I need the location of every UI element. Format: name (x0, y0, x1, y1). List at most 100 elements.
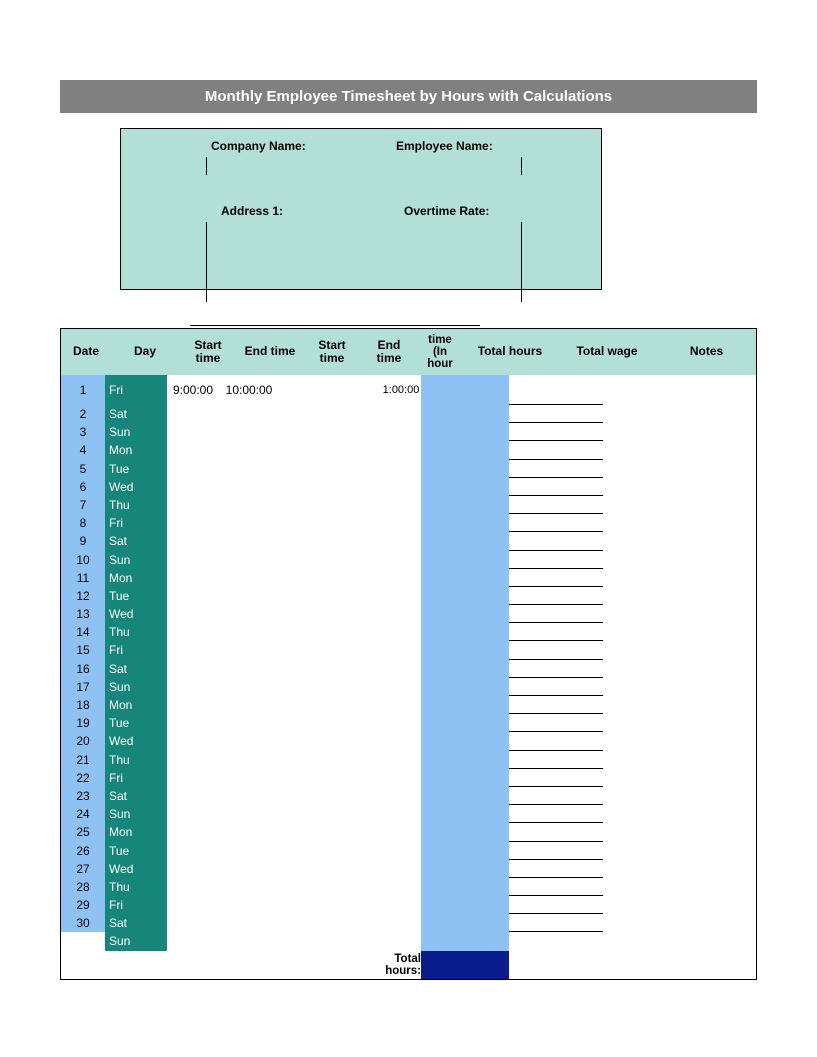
cell-total-wage (509, 605, 603, 623)
cell-end2 (331, 514, 381, 532)
table-row: 8Fri (61, 514, 756, 532)
cell-total-hours (421, 423, 509, 441)
cell-start1 (167, 478, 219, 496)
cell-day: Sat (105, 405, 167, 423)
cell-end1 (219, 823, 279, 841)
table-body: 1Fri9:00:0010:00:001:00:002Sat3Sun4Mon5T… (61, 375, 756, 951)
cell-notes (603, 623, 756, 641)
cell-start2 (279, 751, 331, 769)
cell-end2 (331, 696, 381, 714)
col-end2: End time (361, 329, 417, 375)
cell-date: 13 (61, 605, 105, 623)
cell-end2 (331, 842, 381, 860)
cell-date: 16 (61, 660, 105, 678)
cell-end1 (219, 805, 279, 823)
cell-start1 (167, 751, 219, 769)
cell-timein (381, 405, 421, 423)
cell-day: Fri (105, 641, 167, 659)
table-row: 7Thu (61, 496, 756, 514)
cell-start1 (167, 496, 219, 514)
cell-total-wage (509, 587, 603, 605)
cell-timein (381, 478, 421, 496)
cell-timein (381, 896, 421, 914)
cell-start2 (279, 460, 331, 478)
table-row: 9Sat (61, 532, 756, 550)
cell-start1 (167, 769, 219, 787)
cell-day: Wed (105, 478, 167, 496)
cell-total-hours (421, 569, 509, 587)
info-box: Company Name: Employee Name: Address 1: … (120, 128, 602, 290)
cell-end1 (219, 914, 279, 932)
cell-start2 (279, 842, 331, 860)
cell-notes (603, 932, 756, 950)
cell-end2 (331, 751, 381, 769)
cell-end1 (219, 514, 279, 532)
cell-total-wage (509, 532, 603, 550)
table-row: 26Tue (61, 842, 756, 860)
cell-start2 (279, 805, 331, 823)
cell-start1 (167, 805, 219, 823)
cell-notes (603, 842, 756, 860)
cell-start1 (167, 842, 219, 860)
cell-end2 (331, 805, 381, 823)
cell-day: Mon (105, 569, 167, 587)
cell-end2 (331, 587, 381, 605)
cell-total-hours (421, 460, 509, 478)
cell-end1 (219, 842, 279, 860)
cell-date (61, 932, 105, 950)
cell-date: 6 (61, 478, 105, 496)
employee-name-label: Employee Name: (396, 139, 493, 153)
cell-timein (381, 587, 421, 605)
cell-day: Mon (105, 696, 167, 714)
cell-notes (603, 914, 756, 932)
cell-start1 (167, 623, 219, 641)
cell-end1 (219, 551, 279, 569)
cell-end1 (219, 660, 279, 678)
cell-end1 (219, 460, 279, 478)
cell-day: Thu (105, 878, 167, 896)
cell-total-hours (421, 732, 509, 750)
cell-start1 (167, 823, 219, 841)
cell-end2 (331, 787, 381, 805)
cell-end2 (331, 551, 381, 569)
cell-notes (603, 478, 756, 496)
col-start2: Start time (303, 329, 361, 375)
cell-total-hours (421, 751, 509, 769)
total-hours-label: Total hours: (381, 951, 421, 979)
cell-total-wage (509, 460, 603, 478)
cell-start2 (279, 932, 331, 950)
cell-total-hours (421, 914, 509, 932)
cell-total-wage (509, 441, 603, 459)
cell-notes (603, 660, 756, 678)
cell-start2 (279, 660, 331, 678)
cell-end1 (219, 751, 279, 769)
cell-notes (603, 732, 756, 750)
cell-end1 (219, 478, 279, 496)
cell-notes (603, 823, 756, 841)
total-row: Total hours: (61, 951, 756, 979)
cell-start1 (167, 660, 219, 678)
cell-notes (603, 496, 756, 514)
cell-end1 (219, 896, 279, 914)
cell-total-wage (509, 551, 603, 569)
table-row: 2Sat (61, 405, 756, 423)
table-row: 16Sat (61, 660, 756, 678)
cell-start1 (167, 860, 219, 878)
cell-notes (603, 714, 756, 732)
cell-timein (381, 641, 421, 659)
cell-end1 (219, 932, 279, 950)
cell-end2 (331, 678, 381, 696)
cell-day: Tue (105, 714, 167, 732)
cell-end1 (219, 605, 279, 623)
cell-notes (603, 532, 756, 550)
cell-date: 25 (61, 823, 105, 841)
cell-day: Thu (105, 751, 167, 769)
table-header: Date Day Start time End time Start time … (61, 329, 756, 375)
col-day: Day (111, 329, 179, 375)
table-row: 28Thu (61, 878, 756, 896)
cell-start2 (279, 514, 331, 532)
cell-total-hours (421, 678, 509, 696)
table-row: 4Mon (61, 441, 756, 459)
table-row: 17Sun (61, 678, 756, 696)
cell-start2 (279, 641, 331, 659)
